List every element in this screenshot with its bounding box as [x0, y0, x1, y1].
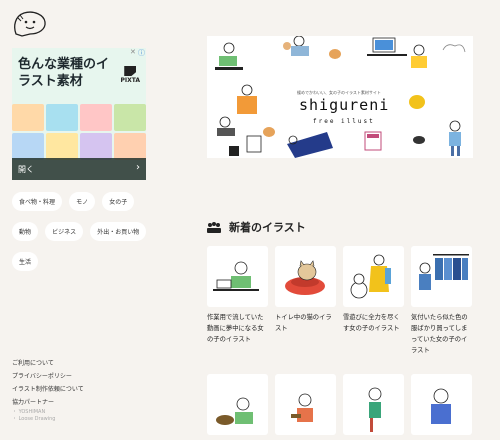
- girl-cooking-icon: [291, 393, 313, 422]
- pixta-logo-icon: [124, 66, 137, 76]
- illust-card[interactable]: [411, 374, 472, 440]
- tag-animal[interactable]: 動物: [12, 222, 39, 241]
- ad-image-grid: [12, 104, 146, 160]
- section-title: 新着のイラスト: [207, 219, 306, 235]
- group-people-icon: [207, 222, 221, 233]
- partner-link[interactable]: ・ YOSHIMAN: [12, 409, 84, 416]
- illust-thumbnail[interactable]: [343, 246, 404, 307]
- ad-thumb: [46, 133, 78, 160]
- footer-links: ご利用について プライバシーポリシー イラスト制作依頼について 協力パートナー …: [12, 357, 84, 423]
- ad-open-bar[interactable]: 開く ›: [12, 158, 146, 180]
- illust-thumbnail[interactable]: [343, 374, 404, 435]
- illust-thumbnail[interactable]: [207, 374, 268, 435]
- illust-card[interactable]: [275, 374, 336, 440]
- girl-clothes-rack-icon: [419, 254, 469, 290]
- info-icon[interactable]: ⓘ: [138, 48, 145, 58]
- chevron-right-icon[interactable]: ›: [136, 162, 140, 173]
- girl-snowman-icon: [350, 254, 391, 299]
- illust-title[interactable]: 雪遊びに全力を尽くす女の子のイラスト: [343, 312, 404, 334]
- illust-card[interactable]: 気付いたら似た色の服ばかり買ってしまっていた女の子のイラスト: [411, 246, 472, 356]
- girl-eating-icon: [216, 397, 253, 425]
- ad-title: 色んな業種のイラスト素材: [18, 57, 110, 89]
- ad-thumb: [80, 133, 112, 160]
- ad-open-label: 開く: [18, 165, 34, 174]
- ad-thumb: [46, 104, 78, 131]
- illust-title[interactable]: 作業用で流していた動画に夢中になる女の子のイラスト: [207, 312, 268, 345]
- close-icon[interactable]: ✕: [130, 48, 136, 56]
- illust-title[interactable]: 気付いたら似た色の服ばかり買ってしまっていた女の子のイラスト: [411, 312, 472, 356]
- footer-link-partners[interactable]: 協力パートナー: [12, 396, 84, 409]
- ad-thumb: [114, 133, 146, 160]
- tag-things[interactable]: モノ: [69, 192, 96, 211]
- ad-banner[interactable]: 色んな業種のイラスト素材 PIXTA 開く ›: [12, 48, 146, 180]
- illust-thumbnail[interactable]: [411, 246, 472, 307]
- ad-thumb: [12, 133, 44, 160]
- illust-card[interactable]: [343, 374, 404, 440]
- section-title-text: 新着のイラスト: [229, 221, 306, 234]
- tag-food[interactable]: 食べ物・料理: [12, 192, 63, 211]
- illust-thumbnail[interactable]: [207, 246, 268, 307]
- cat-toilet-icon: [285, 260, 325, 295]
- ad-thumb: [12, 104, 44, 131]
- tag-business[interactable]: ビジネス: [45, 222, 84, 241]
- hero-banner[interactable]: 緩めでかわいい、女の子のイラスト素材サイト shigureni free ill…: [207, 36, 473, 158]
- illust-card[interactable]: トイレ中の猫のイラスト: [275, 246, 336, 334]
- ad-thumb: [114, 104, 146, 131]
- tag-outing[interactable]: 外出・お買い物: [90, 222, 147, 241]
- illust-thumbnail[interactable]: [275, 246, 336, 307]
- hero-subtitle: free illust: [313, 118, 375, 125]
- girl-blue-icon: [431, 388, 451, 424]
- tag-girl[interactable]: 女の子: [102, 192, 135, 211]
- hero-brand: shigureni: [299, 96, 390, 114]
- ad-thumb: [80, 104, 112, 131]
- tag-life[interactable]: 生活: [12, 252, 39, 271]
- ad-brand-name: PIXTA: [120, 77, 140, 84]
- illust-title[interactable]: トイレ中の猫のイラスト: [275, 312, 336, 334]
- partner-link[interactable]: ・ Loose Drawing: [12, 416, 84, 423]
- illust-card[interactable]: 作業用で流していた動画に夢中になる女の子のイラスト: [207, 246, 268, 345]
- illust-thumbnail[interactable]: [275, 374, 336, 435]
- site-logo-icon[interactable]: [12, 10, 48, 38]
- illust-thumbnail[interactable]: [411, 374, 472, 435]
- girl-laptop-icon: [213, 261, 259, 291]
- category-tags: 食べ物・料理 モノ 女の子 動物 ビジネス 外出・お買い物 生活: [12, 189, 162, 279]
- footer-link-terms[interactable]: ご利用について: [12, 357, 84, 370]
- illust-card[interactable]: [207, 374, 268, 440]
- footer-link-request[interactable]: イラスト制作依頼について: [12, 383, 84, 396]
- girl-standing-icon: [368, 387, 382, 432]
- footer-link-privacy[interactable]: プライバシーポリシー: [12, 370, 84, 383]
- ad-brand-logo: PIXTA: [120, 66, 140, 84]
- illust-card[interactable]: 雪遊びに全力を尽くす女の子のイラスト: [343, 246, 404, 334]
